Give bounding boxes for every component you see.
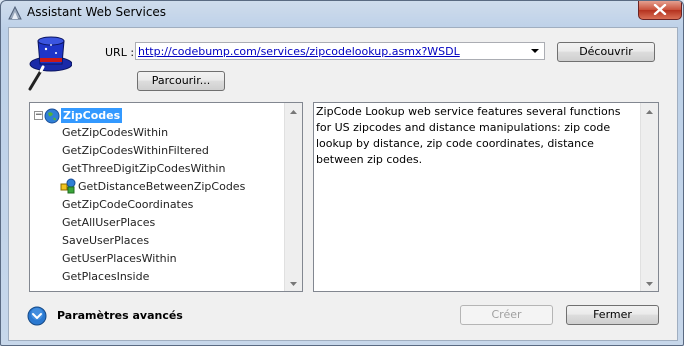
tree-item[interactable]: GetZipCodesWithin [62, 126, 168, 139]
tree-root-zipcodes[interactable]: ZipCodes [61, 108, 123, 123]
url-label: URL : [105, 46, 135, 59]
scroll-up-icon[interactable] [289, 107, 298, 116]
tree-item[interactable]: GetDistanceBetweenZipCodes [78, 180, 245, 193]
tree-item[interactable]: GetAllUserPlaces [62, 216, 155, 229]
tree-item[interactable]: GetZipCodesWithinFiltered [62, 144, 209, 157]
globe-icon [44, 108, 60, 124]
app-icon [7, 5, 23, 21]
tree-item[interactable]: GetUserPlacesWithin [62, 252, 177, 265]
method-icon [60, 178, 77, 194]
description-scrollbar[interactable] [640, 103, 658, 291]
scroll-down-icon[interactable] [289, 278, 298, 287]
tree-item[interactable]: GetPlacesInside [62, 270, 149, 283]
description-text: ZipCode Lookup web service features seve… [316, 105, 621, 166]
description-panel[interactable]: ZipCode Lookup web service features seve… [313, 102, 659, 292]
tree-item[interactable]: GetThreeDigitZipCodesWithin [62, 162, 225, 175]
expand-advanced-icon[interactable] [27, 306, 47, 326]
service-tree[interactable]: − ZipCodes GetZipCodesWithin GetZipCodes… [29, 102, 303, 292]
discover-button[interactable]: Découvrir [557, 42, 655, 62]
close-button[interactable]: Fermer [566, 305, 659, 325]
window-title: Assistant Web Services [27, 5, 167, 19]
title-bar[interactable]: Assistant Web Services [1, 1, 683, 27]
scroll-down-icon[interactable] [645, 278, 654, 287]
chevron-down-icon[interactable] [529, 45, 541, 57]
url-value[interactable]: http://codebump.com/services/zipcodelook… [138, 45, 460, 58]
wizard-hat-icon [24, 31, 73, 93]
dialog-body: URL : http://codebump.com/services/zipco… [8, 27, 678, 341]
browse-button[interactable]: Parcourir... [137, 71, 225, 91]
dialog-window: Assistant Web Services URL : http://code… [0, 0, 684, 346]
collapse-icon[interactable]: − [34, 111, 43, 120]
tree-scrollbar[interactable] [284, 103, 302, 291]
tree-content: − ZipCodes GetZipCodesWithin GetZipCodes… [30, 103, 286, 291]
scroll-up-icon[interactable] [645, 107, 654, 116]
window-close-button[interactable] [638, 1, 682, 20]
advanced-settings-toggle[interactable]: Paramètres avancés [57, 309, 183, 322]
tree-item[interactable]: SaveUserPlaces [62, 234, 149, 247]
create-button[interactable]: Créer [460, 305, 553, 325]
tree-item[interactable]: GetZipCodeCoordinates [62, 198, 193, 211]
url-combobox[interactable]: http://codebump.com/services/zipcodelook… [135, 42, 545, 60]
